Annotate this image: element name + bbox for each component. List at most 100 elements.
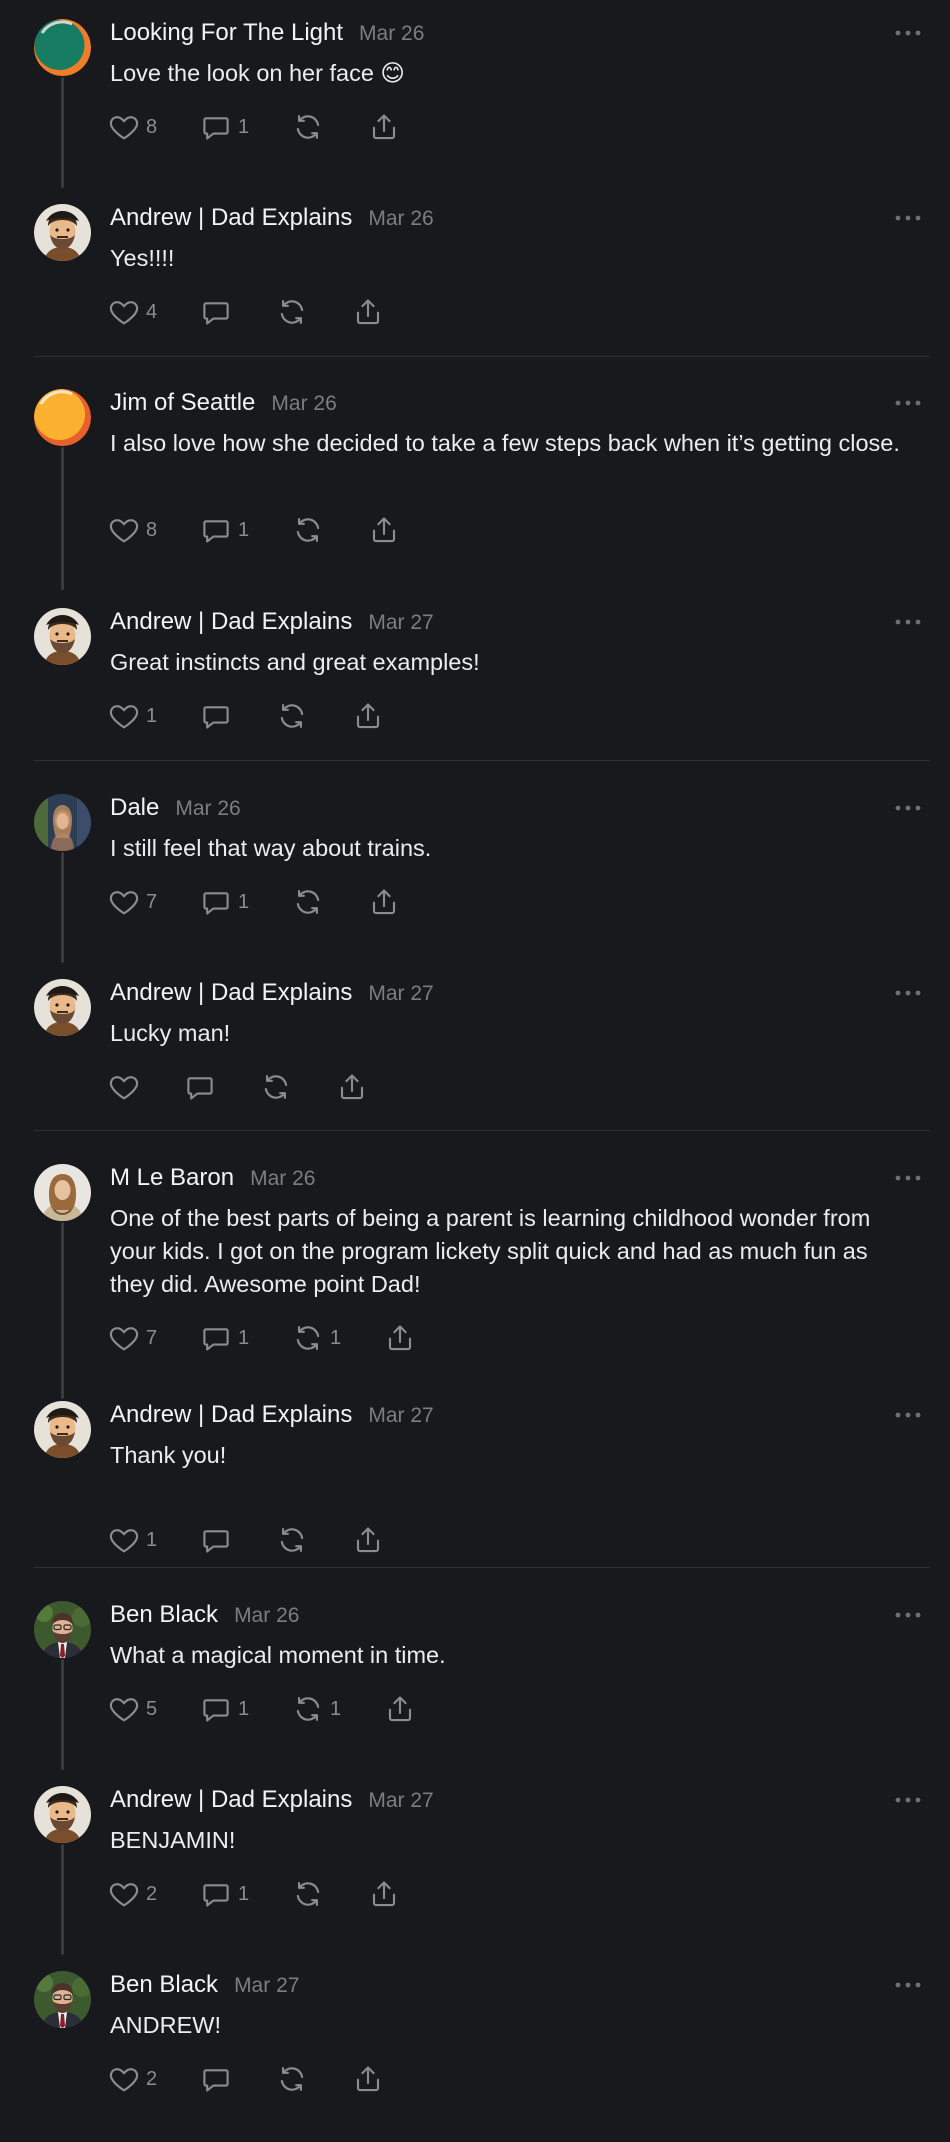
heart-icon <box>108 1322 140 1354</box>
reply-button[interactable] <box>200 1523 276 1557</box>
share-button[interactable] <box>368 1877 402 1911</box>
reply-button[interactable]: 1 <box>200 885 292 919</box>
post-date[interactable]: Mar 27 <box>234 1974 299 1998</box>
more-options-icon[interactable] <box>890 613 926 631</box>
more-options-icon[interactable] <box>890 394 926 412</box>
more-options-icon[interactable] <box>890 1791 926 1809</box>
post-date[interactable]: Mar 27 <box>368 611 433 635</box>
share-button[interactable] <box>352 295 386 329</box>
share-button[interactable] <box>368 110 402 144</box>
author-name[interactable]: Jim of Seattle <box>110 389 255 417</box>
author-name[interactable]: Looking For The Light <box>110 19 343 47</box>
more-options-icon[interactable] <box>890 1606 926 1624</box>
more-options-icon[interactable] <box>890 984 926 1002</box>
replie-count: 1 <box>238 115 250 138</box>
author-name[interactable]: Andrew | Dad Explains <box>110 204 352 232</box>
like-button[interactable] <box>108 1070 184 1104</box>
author-name[interactable]: Dale <box>110 794 159 822</box>
more-options-icon[interactable] <box>890 799 926 817</box>
repost-button[interactable] <box>292 885 368 919</box>
share-button[interactable] <box>352 1523 386 1557</box>
reply-button[interactable] <box>200 699 276 733</box>
more-options-icon[interactable] <box>890 24 926 42</box>
author-name[interactable]: Andrew | Dad Explains <box>110 1786 352 1814</box>
share-button[interactable] <box>368 885 402 919</box>
author-name[interactable]: Andrew | Dad Explains <box>110 608 352 636</box>
heart-icon <box>108 1693 140 1725</box>
avatar[interactable] <box>34 979 91 1036</box>
reply-button[interactable]: 1 <box>200 1692 292 1726</box>
like-button[interactable]: 7 <box>108 1321 200 1355</box>
like-button[interactable]: 1 <box>108 1523 200 1557</box>
repost-button[interactable] <box>292 1877 368 1911</box>
more-options-icon[interactable] <box>890 1976 926 1994</box>
avatar[interactable] <box>34 204 91 261</box>
share-icon <box>384 1693 416 1725</box>
reply-button[interactable]: 1 <box>200 1321 292 1355</box>
repost-button[interactable] <box>292 513 368 547</box>
post-date[interactable]: Mar 26 <box>234 1604 299 1628</box>
post-date[interactable]: Mar 26 <box>271 392 336 416</box>
post-date[interactable]: Mar 26 <box>368 207 433 231</box>
repost-button[interactable]: 1 <box>292 1321 384 1355</box>
repost-button[interactable] <box>276 2062 352 2096</box>
more-options-icon[interactable] <box>890 1406 926 1424</box>
avatar[interactable] <box>34 19 91 76</box>
avatar[interactable] <box>34 1971 91 2028</box>
share-button[interactable] <box>384 1321 418 1355</box>
more-options-icon[interactable] <box>890 209 926 227</box>
share-button[interactable] <box>368 513 402 547</box>
reply-button[interactable] <box>184 1070 260 1104</box>
reply-post: Andrew | Dad Explains Mar 27 BENJAMIN! 2 1 <box>0 1767 950 1957</box>
post-date[interactable]: Mar 27 <box>368 982 433 1006</box>
share-button[interactable] <box>336 1070 370 1104</box>
like-button[interactable]: 8 <box>108 110 200 144</box>
comment-icon <box>200 700 232 732</box>
like-button[interactable]: 7 <box>108 885 200 919</box>
repost-button[interactable] <box>276 1523 352 1557</box>
author-name[interactable]: Andrew | Dad Explains <box>110 979 352 1007</box>
post-date[interactable]: Mar 26 <box>359 22 424 46</box>
repost-button[interactable]: 1 <box>292 1692 384 1726</box>
share-button[interactable] <box>384 1692 418 1726</box>
post-date[interactable]: Mar 27 <box>368 1789 433 1813</box>
like-button[interactable]: 2 <box>108 1877 200 1911</box>
replie-count: 1 <box>238 1326 250 1349</box>
post-date[interactable]: Mar 26 <box>250 1167 315 1191</box>
like-count: 2 <box>146 1882 158 1905</box>
post-text: Love the look on her face 😊 <box>110 60 405 86</box>
like-button[interactable]: 2 <box>108 2062 200 2096</box>
author-name[interactable]: Andrew | Dad Explains <box>110 1401 352 1429</box>
post-date[interactable]: Mar 27 <box>368 1404 433 1428</box>
avatar[interactable] <box>34 389 91 446</box>
like-button[interactable]: 4 <box>108 295 200 329</box>
avatar[interactable] <box>34 1164 91 1221</box>
reply-button[interactable]: 1 <box>200 513 292 547</box>
avatar[interactable] <box>34 1401 91 1458</box>
avatar[interactable] <box>34 608 91 665</box>
reply-button[interactable] <box>200 2062 276 2096</box>
like-button[interactable]: 5 <box>108 1692 200 1726</box>
share-button[interactable] <box>352 699 386 733</box>
like-button[interactable]: 8 <box>108 513 200 547</box>
repost-button[interactable] <box>260 1070 336 1104</box>
more-options-icon[interactable] <box>890 1169 926 1187</box>
avatar[interactable] <box>34 1601 91 1658</box>
share-button[interactable] <box>352 2062 386 2096</box>
avatar[interactable] <box>34 1786 91 1843</box>
post-date[interactable]: Mar 26 <box>175 797 240 821</box>
repost-button[interactable] <box>276 295 352 329</box>
author-name[interactable]: M Le Baron <box>110 1164 234 1192</box>
author-name[interactable]: Ben Black <box>110 1601 218 1629</box>
reply-post: Andrew | Dad Explains Mar 27 Lucky man! <box>0 960 950 1150</box>
post-text: What a magical moment in time. <box>110 1642 446 1668</box>
reply-button[interactable] <box>200 295 276 329</box>
reply-button[interactable]: 1 <box>200 1877 292 1911</box>
author-name[interactable]: Ben Black <box>110 1971 218 1999</box>
repost-button[interactable] <box>276 699 352 733</box>
repost-icon <box>292 886 324 918</box>
reply-button[interactable]: 1 <box>200 110 292 144</box>
like-button[interactable]: 1 <box>108 699 200 733</box>
repost-button[interactable] <box>292 110 368 144</box>
avatar[interactable] <box>34 794 91 851</box>
